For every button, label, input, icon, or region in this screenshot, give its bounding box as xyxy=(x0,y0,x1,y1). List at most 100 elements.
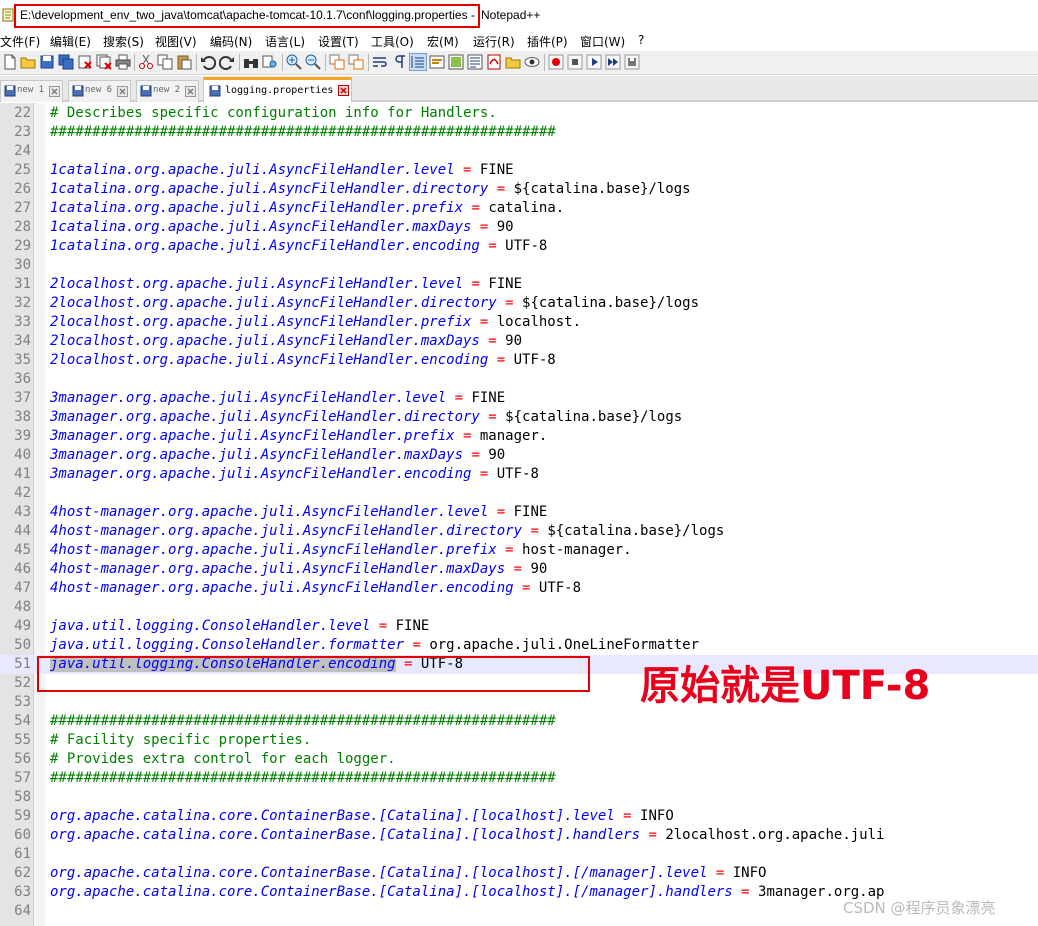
property-value: FINE xyxy=(395,618,430,634)
editor-line[interactable]: 25 1catalina.org.apache.juli.AsyncFileHan… xyxy=(0,161,1038,180)
editor-line[interactable]: 55 # Facility specific properties. xyxy=(0,731,1038,750)
editor-line[interactable]: 41 3manager.org.apache.juli.AsyncFileHand… xyxy=(0,465,1038,484)
editor-line[interactable]: 27 1catalina.org.apache.juli.AsyncFileHan… xyxy=(0,199,1038,218)
editor-line[interactable]: 47 4host-manager.org.apache.juli.AsyncFil… xyxy=(0,579,1038,598)
menu-view[interactable]: 视图(V) xyxy=(155,33,197,50)
editor-line[interactable]: 62 org.apache.catalina.core.ContainerBase… xyxy=(0,864,1038,883)
menu-encoding[interactable]: 编码(N) xyxy=(210,33,252,50)
line-code: 2localhost.org.apache.juli.AsyncFileHand… xyxy=(50,332,522,351)
tab-close-icon[interactable] xyxy=(338,85,349,96)
property-key: 1catalina.org.apache.juli.AsyncFileHandl… xyxy=(50,219,472,235)
menu-search[interactable]: 搜索(S) xyxy=(103,33,144,50)
property-value: localhost. xyxy=(496,314,582,330)
macro-play-icon[interactable] xyxy=(586,54,602,70)
show-all-chars-icon[interactable] xyxy=(391,54,407,70)
folder-as-workspace-icon[interactable] xyxy=(505,54,521,70)
macro-record-icon[interactable] xyxy=(548,54,564,70)
tab-close-icon[interactable] xyxy=(117,86,128,97)
comment-text: # Facility specific properties. xyxy=(50,732,312,748)
tab-new-2[interactable]: new 2 xyxy=(136,80,199,102)
editor-line[interactable]: 49 java.util.logging.ConsoleHandler.level… xyxy=(0,617,1038,636)
menu-help[interactable]: ? xyxy=(638,33,644,47)
paste-icon[interactable] xyxy=(176,54,192,70)
tab-label: logging.properties xyxy=(225,85,334,96)
tab-close-icon[interactable] xyxy=(49,86,60,97)
editor-line[interactable]: 34 2localhost.org.apache.juli.AsyncFileHa… xyxy=(0,332,1038,351)
menu-run[interactable]: 运行(R) xyxy=(473,33,515,50)
editor-line[interactable]: 45 4host-manager.org.apache.juli.AsyncFil… xyxy=(0,541,1038,560)
comment-text: # Describes specific configuration info … xyxy=(50,105,497,121)
undo-icon[interactable] xyxy=(200,54,216,70)
editor-line[interactable]: 42 xyxy=(0,484,1038,503)
new-file-icon[interactable] xyxy=(2,54,18,70)
editor-line[interactable]: 50 java.util.logging.ConsoleHandler.forma… xyxy=(0,636,1038,655)
editor-line[interactable]: 24 xyxy=(0,142,1038,161)
menu-settings[interactable]: 设置(T) xyxy=(318,33,359,50)
pdf-icon[interactable] xyxy=(486,54,502,70)
editor-line[interactable]: 40 3manager.org.apache.juli.AsyncFileHand… xyxy=(0,446,1038,465)
editor-line[interactable]: 22 # Describes specific configuration inf… xyxy=(0,104,1038,123)
editor-line[interactable]: 39 3manager.org.apache.juli.AsyncFileHand… xyxy=(0,427,1038,446)
editor-line[interactable]: 37 3manager.org.apache.juli.AsyncFileHand… xyxy=(0,389,1038,408)
tab-new-6[interactable]: new 6 xyxy=(68,80,131,102)
macro-play-multiple-icon[interactable] xyxy=(605,54,621,70)
editor-line[interactable]: 35 2localhost.org.apache.juli.AsyncFileHa… xyxy=(0,351,1038,370)
editor-line[interactable]: 54 ######################################… xyxy=(0,712,1038,731)
copy-icon[interactable] xyxy=(157,54,173,70)
monitoring-icon[interactable] xyxy=(524,54,540,70)
editor-line[interactable]: 44 4host-manager.org.apache.juli.AsyncFil… xyxy=(0,522,1038,541)
editor-line[interactable]: 57 ######################################… xyxy=(0,769,1038,788)
editor-line[interactable]: 29 1catalina.org.apache.juli.AsyncFileHan… xyxy=(0,237,1038,256)
property-key: org.apache.catalina.core.ContainerBase.[… xyxy=(50,827,641,843)
sync-horizontal-icon[interactable] xyxy=(348,54,364,70)
editor-line[interactable]: 33 2localhost.org.apache.juli.AsyncFileHa… xyxy=(0,313,1038,332)
editor-line[interactable]: 46 4host-manager.org.apache.juli.AsyncFil… xyxy=(0,560,1038,579)
open-file-icon[interactable] xyxy=(20,54,36,70)
replace-icon[interactable] xyxy=(262,54,278,70)
editor-line[interactable]: 26 1catalina.org.apache.juli.AsyncFileHan… xyxy=(0,180,1038,199)
tab-close-icon[interactable] xyxy=(185,86,196,97)
macro-stop-icon[interactable] xyxy=(567,54,583,70)
editor-line[interactable]: 56 # Provides extra control for each logg… xyxy=(0,750,1038,769)
find-icon[interactable] xyxy=(243,54,259,70)
editor-line[interactable]: 61 xyxy=(0,845,1038,864)
indent-guide-icon[interactable] xyxy=(409,53,427,71)
macro-save-icon[interactable] xyxy=(624,54,640,70)
function-list-icon[interactable] xyxy=(467,54,483,70)
editor-line[interactable]: 32 2localhost.org.apache.juli.AsyncFileHa… xyxy=(0,294,1038,313)
editor-line[interactable]: 30 xyxy=(0,256,1038,275)
doc-map-icon[interactable] xyxy=(448,54,464,70)
zoom-out-icon[interactable] xyxy=(305,54,321,70)
sync-vertical-icon[interactable] xyxy=(329,54,345,70)
menu-macro[interactable]: 宏(M) xyxy=(427,33,459,50)
editor-line[interactable]: 59 org.apache.catalina.core.ContainerBase… xyxy=(0,807,1038,826)
editor-line[interactable]: 38 3manager.org.apache.juli.AsyncFileHand… xyxy=(0,408,1038,427)
menu-file[interactable]: 文件(F) xyxy=(0,33,40,50)
menu-edit[interactable]: 编辑(E) xyxy=(50,33,91,50)
menu-tools[interactable]: 工具(O) xyxy=(371,33,414,50)
editor-line[interactable]: 23 ######################################… xyxy=(0,123,1038,142)
tab-logging-properties[interactable]: logging.properties xyxy=(203,77,352,102)
editor-line[interactable]: 43 4host-manager.org.apache.juli.AsyncFil… xyxy=(0,503,1038,522)
redo-icon[interactable] xyxy=(219,54,235,70)
user-language-icon[interactable] xyxy=(429,54,445,70)
print-icon[interactable] xyxy=(115,54,131,70)
word-wrap-icon[interactable] xyxy=(372,54,388,70)
zoom-in-icon[interactable] xyxy=(286,54,302,70)
tab-new-1[interactable]: new 1 xyxy=(0,80,63,102)
menu-plugins[interactable]: 插件(P) xyxy=(527,33,568,50)
editor-line[interactable]: 58 xyxy=(0,788,1038,807)
menu-language[interactable]: 语言(L) xyxy=(265,33,305,50)
save-icon[interactable] xyxy=(39,54,55,70)
editor-line[interactable]: 60 org.apache.catalina.core.ContainerBase… xyxy=(0,826,1038,845)
save-all-icon[interactable] xyxy=(58,54,74,70)
editor-area[interactable]: 22 # Describes specific configuration inf… xyxy=(0,103,1038,926)
editor-line[interactable]: 28 1catalina.org.apache.juli.AsyncFileHan… xyxy=(0,218,1038,237)
editor-line[interactable]: 31 2localhost.org.apache.juli.AsyncFileHa… xyxy=(0,275,1038,294)
close-icon[interactable] xyxy=(77,54,93,70)
editor-line[interactable]: 36 xyxy=(0,370,1038,389)
close-all-icon[interactable] xyxy=(96,54,112,70)
editor-line[interactable]: 48 xyxy=(0,598,1038,617)
cut-icon[interactable] xyxy=(138,54,154,70)
menu-window[interactable]: 窗口(W) xyxy=(580,33,625,50)
